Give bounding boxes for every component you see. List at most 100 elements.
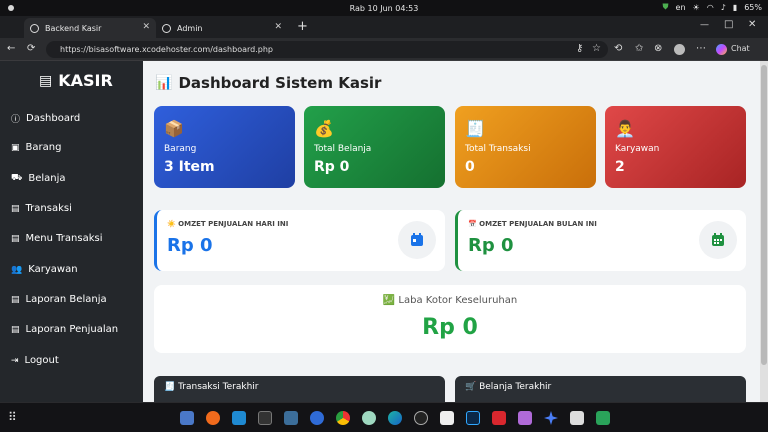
volume-icon[interactable]: ♪ [721, 3, 726, 12]
maximize-window-button[interactable]: □ [724, 19, 733, 30]
address-input[interactable]: https://bisasoftware.xcodehoster.com/das… [46, 41, 608, 58]
sidebar-item-label: Laporan Belanja [25, 294, 107, 305]
copilot-icon[interactable] [716, 44, 727, 55]
cart-icon: 🛒 [465, 382, 477, 392]
language-indicator[interactable]: en [676, 3, 686, 12]
recent-purchases-panel: 🛒 Belanja Terakhir [455, 376, 746, 402]
notes-icon[interactable] [570, 411, 584, 425]
tab-label: Admin [177, 23, 203, 33]
sidebar-item-label: Belanja [28, 173, 66, 184]
files-app-icon[interactable] [180, 411, 194, 425]
favorite-star-icon[interactable]: ☆ [592, 44, 601, 54]
users-icon: 👥 [11, 264, 23, 275]
calendar-day-icon [398, 221, 436, 259]
terminal-icon[interactable] [258, 411, 272, 425]
battery-level: 65% [744, 2, 762, 12]
recent-transactions-panel: 🧾 Transaksi Terakhir [154, 376, 445, 402]
sidebar-item-label: Dashboard [26, 113, 81, 124]
url-text: https://bisasoftware.xcodehoster.com/das… [60, 45, 273, 54]
back-icon[interactable]: ← [7, 44, 15, 54]
page-title: 📊 Dashboard Sistem Kasir [155, 74, 381, 92]
chatgpt-icon[interactable] [362, 411, 376, 425]
sidebar-item-logout[interactable]: ⇥ Logout [11, 355, 59, 366]
omzet-month-card: 📅 OMZET PENJUALAN BULAN INI Rp 0 [455, 210, 746, 271]
tab-backend-kasir[interactable]: Backend Kasir ✕ [24, 18, 156, 38]
gemini-icon[interactable] [544, 411, 558, 425]
firefox-icon[interactable] [206, 411, 220, 425]
profile-avatar[interactable] [674, 44, 685, 55]
close-window-button[interactable]: ✕ [748, 19, 756, 30]
wps-icon[interactable] [492, 411, 506, 425]
ai-app-icon[interactable] [440, 411, 454, 425]
minimize-window-button[interactable]: — [700, 20, 709, 30]
tab-label: Backend Kasir [45, 23, 102, 33]
scrollbar-thumb[interactable] [761, 65, 767, 365]
brightness-icon[interactable]: ☀ [693, 3, 700, 12]
favorites-icon[interactable]: ✩ [635, 44, 643, 54]
stat-card-total-belanja[interactable]: 💰 Total Belanja Rp 0 [304, 106, 445, 188]
battery-icon[interactable]: ▮ [733, 3, 737, 12]
document-icon: ▤ [11, 203, 20, 214]
omzet-month-title-row: 📅 OMZET PENJUALAN BULAN INI [468, 220, 597, 228]
stat-card-karyawan[interactable]: 👨‍💼 Karyawan 2 [605, 106, 746, 188]
cart-icon: ⛟ [11, 173, 23, 183]
sidebar-item-belanja[interactable]: ⛟ Belanja [11, 173, 66, 184]
browser-toolbar: ← ⟳ https://bisasoftware.xcodehoster.com… [0, 38, 768, 61]
sun-icon: ☀️ [167, 220, 176, 228]
panel-title: Belanja Terakhir [479, 382, 552, 392]
more-menu-icon[interactable]: ⋯ [696, 44, 706, 54]
brand[interactable]: ▤ KASIR [39, 71, 113, 90]
close-tab-icon[interactable]: ✕ [142, 22, 150, 32]
sidebar-item-laporan-belanja[interactable]: ▤ Laporan Belanja [11, 294, 107, 305]
taskbar: ⠿ [0, 402, 768, 432]
key-icon[interactable]: ⚷ [576, 44, 583, 54]
sidebar-item-dashboard[interactable]: ⓘ Dashboard [11, 112, 80, 125]
globe-icon [30, 23, 39, 33]
database-icon[interactable] [284, 411, 298, 425]
sidebar-item-karyawan[interactable]: 👥 Karyawan [11, 264, 78, 275]
calendar-month-icon [699, 221, 737, 259]
gross-profit-card: 💹 Laba Kotor Keseluruhan Rp 0 [154, 285, 746, 353]
extensions-icon[interactable]: ⟲ [614, 44, 622, 54]
app-grid-icon[interactable]: ⠿ [8, 410, 17, 424]
wifi-icon[interactable]: ◠ [707, 3, 714, 12]
sidebar-item-menu-transaksi[interactable]: ▤ Menu Transaksi [11, 233, 102, 244]
omzet-today-title-row: ☀️ OMZET PENJUALAN HARI INI [167, 220, 288, 228]
omzet-month-title: OMZET PENJUALAN BULAN INI [479, 220, 597, 228]
reload-icon[interactable]: ⟳ [27, 44, 35, 54]
gross-profit-title-row: 💹 Laba Kotor Keseluruhan [154, 295, 746, 306]
document-icon: ▤ [11, 294, 20, 305]
gross-profit-value: Rp 0 [422, 315, 478, 340]
stat-card-barang[interactable]: 📦 Barang 3 Item [154, 106, 295, 188]
logout-icon: ⇥ [11, 355, 19, 366]
omzet-today-value: Rp 0 [167, 235, 213, 256]
tab-admin[interactable]: Admin ✕ [156, 18, 288, 38]
sidebar-item-barang[interactable]: ▣ Barang [11, 142, 61, 153]
new-tab-button[interactable]: + [297, 19, 308, 34]
shield-icon[interactable]: ⛊ [663, 2, 669, 12]
system-clock[interactable]: Rab 10 Jun 04:53 [0, 4, 768, 13]
close-tab-icon[interactable]: ✕ [274, 22, 282, 32]
stat-card-total-transaksi[interactable]: 🧾 Total Transaksi 0 [455, 106, 596, 188]
money-bag-icon: 💰 [314, 119, 334, 138]
store-icon[interactable] [596, 411, 610, 425]
vscode-icon[interactable] [232, 411, 246, 425]
settings-icon[interactable] [414, 411, 428, 425]
chrome-icon[interactable] [336, 411, 350, 425]
sidebar-item-label: Logout [24, 355, 59, 366]
sidebar-item-laporan-penjualan[interactable]: ▤ Laporan Penjualan [11, 324, 118, 335]
app-sidebar: ▤ KASIR ⓘ Dashboard ▣ Barang ⛟ Belanja ▤… [0, 61, 143, 402]
page-scrollbar[interactable] [760, 61, 768, 402]
edge-icon[interactable] [388, 411, 402, 425]
sidebar-item-label: Transaksi [25, 203, 72, 214]
page-title-text: Dashboard Sistem Kasir [178, 74, 382, 92]
sidebar-item-label: Barang [25, 142, 62, 153]
receipt-icon: 🧾 [164, 382, 176, 392]
hex-app-icon[interactable] [518, 411, 532, 425]
thunderbird-icon[interactable] [310, 411, 324, 425]
photoshop-icon[interactable] [466, 411, 480, 425]
browser-essentials-icon[interactable]: ⊗ [654, 44, 662, 54]
chat-label[interactable]: Chat [731, 44, 750, 54]
sidebar-item-transaksi[interactable]: ▤ Transaksi [11, 203, 72, 214]
omzet-today-title: OMZET PENJUALAN HARI INI [178, 220, 289, 228]
